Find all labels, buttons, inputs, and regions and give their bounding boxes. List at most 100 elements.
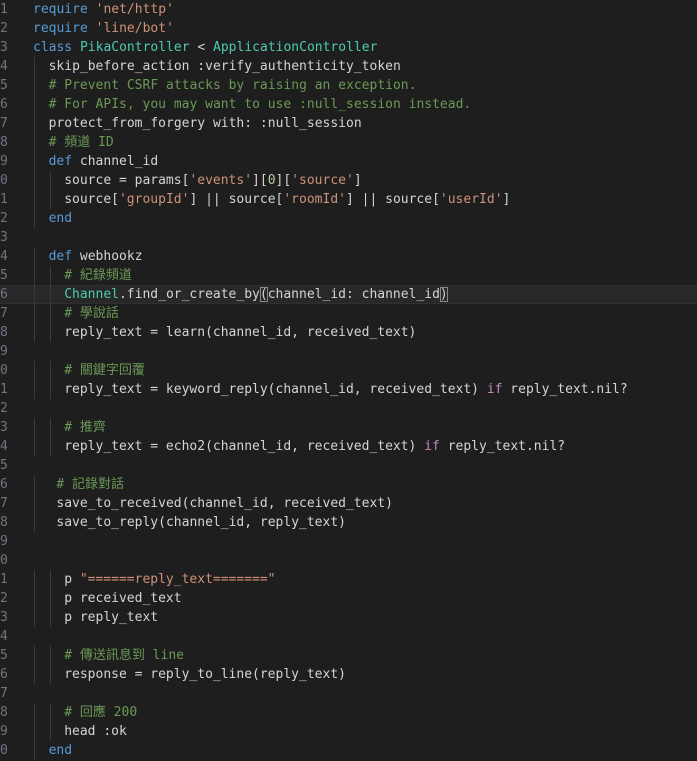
code-line[interactable]: 9 bbox=[0, 532, 697, 551]
code-text: # 頻道 ID bbox=[33, 133, 697, 152]
code-line[interactable]: 3 p reply_text bbox=[0, 608, 697, 627]
code-line[interactable]: 0 end bbox=[0, 741, 697, 760]
line-number: 1 bbox=[0, 382, 8, 397]
code-text: # 記錄對話 bbox=[33, 475, 697, 494]
code-text: source['groupId'] || source['roomId'] ||… bbox=[33, 190, 697, 209]
line-number: 3 bbox=[0, 610, 8, 625]
code-text: p "======reply_text=======" bbox=[33, 570, 697, 589]
line-number: 2 bbox=[0, 401, 8, 416]
code-line[interactable]: 9 bbox=[0, 342, 697, 361]
code-comment: # For APIs, you may want to use :null_se… bbox=[48, 97, 472, 112]
code-token: .find_or_create_by bbox=[118, 287, 260, 302]
code-text: end bbox=[33, 741, 697, 760]
code-comment: # 頻道 ID bbox=[48, 135, 114, 150]
code-token: head :ok bbox=[64, 724, 127, 739]
code-line[interactable]: 2 require 'line/bot' bbox=[0, 19, 697, 38]
line-number: 4 bbox=[0, 59, 8, 74]
code-token: ] || source[ bbox=[345, 192, 440, 207]
code-line[interactable]: 8 save_to_reply(channel_id, reply_text) bbox=[0, 513, 697, 532]
code-token: ] || source[ bbox=[189, 192, 284, 207]
code-line[interactable]: 9 def channel_id bbox=[0, 152, 697, 171]
code-keyword: require bbox=[33, 21, 88, 36]
code-comment: # 回應 200 bbox=[64, 705, 138, 720]
code-keyword: def bbox=[48, 249, 73, 264]
code-keyword: if bbox=[486, 382, 503, 397]
code-line[interactable]: 5 # 紀錄頻道 bbox=[0, 266, 697, 285]
code-text: # Prevent CSRF attacks by raising an exc… bbox=[33, 76, 697, 95]
code-lines[interactable]: 1 require 'net/http' 2 require 'line/bot' 3 c… bbox=[0, 0, 697, 760]
code-line[interactable]: 1 source['groupId'] || source['roomId'] |… bbox=[0, 190, 697, 209]
line-number: 1 bbox=[0, 572, 8, 587]
code-comment: # 學說話 bbox=[64, 306, 119, 321]
code-comment: # 記錄對話 bbox=[56, 477, 125, 492]
code-line[interactable]: 4 def webhookz bbox=[0, 247, 697, 266]
code-line[interactable]: 7 bbox=[0, 684, 697, 703]
code-line[interactable]: 3 class PikaController < ApplicationContr… bbox=[0, 38, 697, 57]
code-line[interactable]: 8 # 頻道 ID bbox=[0, 133, 697, 152]
code-token: reply_text = echo2(channel_id, received_… bbox=[64, 439, 425, 454]
code-token: skip_before_action :verify_authenticity_… bbox=[48, 59, 401, 74]
code-line[interactable]: 4 skip_before_action :verify_authenticity… bbox=[0, 57, 697, 76]
code-line[interactable]: 1 p "======reply_text=======" bbox=[0, 570, 697, 589]
code-keyword: class bbox=[33, 40, 73, 55]
code-line[interactable]: 5 # Prevent CSRF attacks by raising an ex… bbox=[0, 76, 697, 95]
code-line[interactable]: 5 # 傳送訊息到 line bbox=[0, 646, 697, 665]
code-line[interactable]: 4 bbox=[0, 627, 697, 646]
code-comment: # 紀錄頻道 bbox=[64, 268, 132, 283]
code-token: save_to_received(channel_id, received_te… bbox=[56, 496, 393, 511]
code-text: response = reply_to_line(reply_text) bbox=[33, 665, 697, 684]
line-number: 7 bbox=[0, 496, 8, 511]
line-number: 5 bbox=[0, 648, 8, 663]
code-line[interactable]: 8 # 回應 200 bbox=[0, 703, 697, 722]
code-comment: # 推齊 bbox=[64, 420, 106, 435]
matched-bracket: ( bbox=[259, 287, 268, 302]
code-text: # 回應 200 bbox=[33, 703, 697, 722]
code-line[interactable]: 6 response = reply_to_line(reply_text) bbox=[0, 665, 697, 684]
code-line[interactable]: 8 reply_text = learn(channel_id, received… bbox=[0, 323, 697, 342]
code-line[interactable]: 1 require 'net/http' bbox=[0, 0, 697, 19]
code-token: channel_id: channel_id bbox=[267, 287, 440, 302]
code-line[interactable]: 0 # 關鍵字回覆 bbox=[0, 361, 697, 380]
code-token: ][ bbox=[252, 173, 268, 188]
line-number: 5 bbox=[0, 78, 8, 93]
line-number: 0 bbox=[0, 743, 8, 758]
code-line[interactable]: 4 reply_text = echo2(channel_id, received… bbox=[0, 437, 697, 456]
code-line[interactable]: 2 bbox=[0, 399, 697, 418]
code-number: 0 bbox=[267, 173, 276, 188]
line-number: 8 bbox=[0, 135, 8, 150]
code-token: reply_text.nil? bbox=[439, 439, 566, 454]
line-number: 3 bbox=[0, 420, 8, 435]
code-token: source[ bbox=[64, 192, 119, 207]
code-line[interactable]: 7 save_to_received(channel_id, received_t… bbox=[0, 494, 697, 513]
code-token: < bbox=[189, 40, 214, 55]
code-line[interactable]: 5 bbox=[0, 456, 697, 475]
code-line[interactable]: 0 bbox=[0, 551, 697, 570]
code-line[interactable]: 6 Channel.find_or_create_by(channel_id: c… bbox=[0, 285, 697, 304]
line-number: 0 bbox=[0, 363, 8, 378]
code-token: protect_from_forgery with: :null_session bbox=[48, 116, 362, 131]
code-line[interactable]: 7 # 學說話 bbox=[0, 304, 697, 323]
code-keyword: end bbox=[48, 743, 73, 758]
code-line[interactable]: 6 # 記錄對話 bbox=[0, 475, 697, 494]
code-text: def channel_id bbox=[33, 152, 697, 171]
code-text: # 關鍵字回覆 bbox=[33, 361, 697, 380]
code-string: 'userId' bbox=[439, 192, 503, 207]
code-line[interactable]: 1 reply_text = keyword_reply(channel_id, … bbox=[0, 380, 697, 399]
code-line[interactable]: 2 p received_text bbox=[0, 589, 697, 608]
code-line[interactable]: 7 protect_from_forgery with: :null_sessio… bbox=[0, 114, 697, 133]
code-line[interactable]: 6 # For APIs, you may want to use :null_s… bbox=[0, 95, 697, 114]
matched-bracket: ) bbox=[439, 287, 448, 302]
code-token: ][ bbox=[275, 173, 292, 188]
code-class-name: Channel bbox=[64, 287, 119, 302]
code-keyword: def bbox=[48, 154, 73, 169]
code-editor[interactable]: 1 require 'net/http' 2 require 'line/bot' 3 c… bbox=[0, 0, 697, 761]
code-line[interactable]: 0 source = params['events'][0]['source'] bbox=[0, 171, 697, 190]
code-token: p bbox=[64, 572, 80, 587]
code-line[interactable]: 3 bbox=[0, 228, 697, 247]
line-number: 5 bbox=[0, 458, 8, 473]
code-line[interactable]: 2 end bbox=[0, 209, 697, 228]
code-text: class PikaController < ApplicationContro… bbox=[33, 38, 697, 57]
code-line[interactable]: 9 head :ok bbox=[0, 722, 697, 741]
code-line[interactable]: 3 # 推齊 bbox=[0, 418, 697, 437]
